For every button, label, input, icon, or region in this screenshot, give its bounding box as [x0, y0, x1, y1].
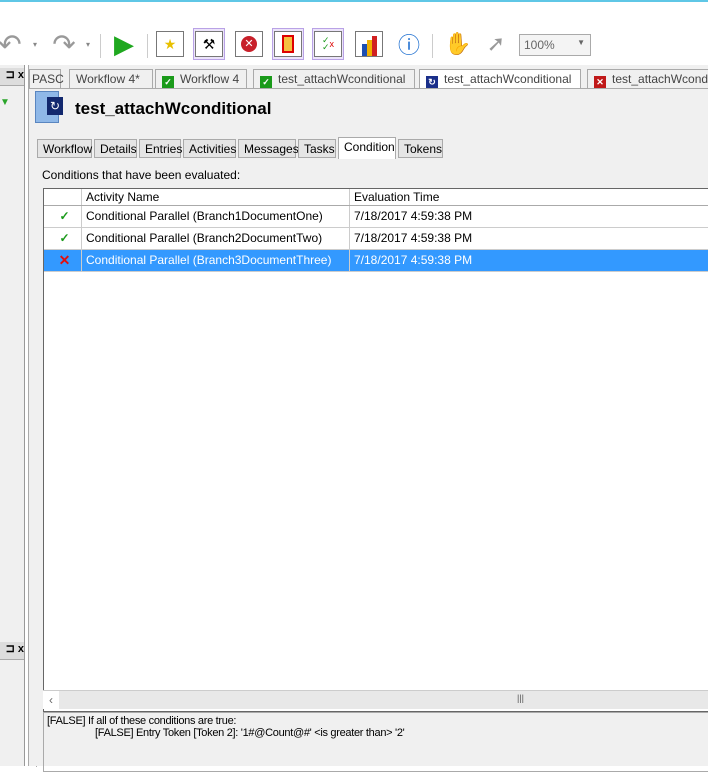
tab-tasks[interactable]: Tasks [298, 139, 336, 158]
toolbar-separator [432, 34, 433, 58]
page-title: test_attachWconditional [75, 99, 272, 118]
divider [29, 88, 708, 89]
success-check-icon: ✓ [260, 76, 272, 88]
header-evaluation-time[interactable]: Evaluation Time [350, 189, 708, 205]
toolbar-separator [147, 34, 148, 58]
hand-icon[interactable]: ✋ [442, 28, 474, 60]
x-icon: ✕ [44, 250, 82, 271]
redo-icon[interactable]: ↷ [48, 28, 80, 60]
error-x-icon: ✕ [594, 76, 606, 88]
conditions-grid: Activity Name Evaluation Time ✓ Conditio… [43, 188, 708, 712]
zoom-value: 100% [524, 38, 555, 52]
evaluation-time: 7/18/2017 4:59:38 PM [354, 253, 473, 267]
activity-name: Conditional Parallel (Branch2DocumentTwo… [82, 228, 350, 249]
checklist-icon[interactable]: ✓ ✓ x [312, 28, 344, 60]
scroll-left-icon[interactable]: ‹ [43, 691, 59, 709]
tab-entries[interactable]: Entries [139, 139, 182, 158]
workflow-instance-icon: ↻ [35, 91, 65, 123]
doc-tab-label: Workflow 4* [76, 72, 140, 86]
tab-messages[interactable]: Messages [238, 139, 299, 158]
evaluation-time: 7/18/2017 4:59:38 PM [354, 231, 473, 245]
window-top-border [0, 0, 708, 2]
tab-workflow[interactable]: Workflow [37, 139, 92, 158]
zoom-select[interactable]: 100% ▼ [519, 34, 591, 56]
panel-header: ⊐ x [0, 68, 24, 86]
doc-tab-label: test_attachWconditional [444, 72, 572, 86]
doc-tab-label: test_attachWconditional [278, 72, 406, 86]
tab-activities[interactable]: Activities [183, 139, 236, 158]
check-icon: ✓ [44, 206, 82, 227]
scroll-thumb-grip[interactable]: ||| [517, 693, 524, 703]
pointer-icon[interactable]: ➚ [480, 28, 512, 60]
layout-icon[interactable] [272, 28, 304, 60]
run-icon[interactable]: ▶ [108, 28, 140, 60]
chevron-down-icon: ▼ [577, 38, 585, 47]
evaluation-time: 7/18/2017 4:59:38 PM [354, 209, 473, 223]
tab-details[interactable]: Details [94, 139, 137, 158]
tab-condition[interactable]: Condition [338, 137, 396, 159]
doc-tab-label: PASC [32, 72, 64, 86]
close-icon[interactable]: x [18, 643, 24, 655]
activity-name: Conditional Parallel (Branch1DocumentOne… [82, 206, 350, 227]
condition-details: [FALSE] If all of these conditions are t… [43, 712, 708, 772]
doc-tab[interactable]: PASC [29, 69, 64, 88]
table-row-selected[interactable]: ✕ Conditional Parallel (Branch3DocumentT… [44, 250, 708, 272]
doc-tab-active[interactable]: ↻ test_attachWconditional [419, 69, 581, 88]
tools-icon[interactable]: ⚒ [193, 28, 225, 60]
doc-tab[interactable]: ✓ test_attachWconditional [253, 69, 415, 88]
chart-icon[interactable] [353, 28, 385, 60]
panel-header: ⊐ x [0, 642, 24, 660]
table-row[interactable]: ✓ Conditional Parallel (Branch1DocumentO… [44, 206, 708, 228]
info-icon[interactable]: ⓘ [393, 28, 425, 60]
doc-tab[interactable]: ✕ test_attachWcond [587, 69, 708, 88]
stop-icon[interactable]: ✕ [233, 28, 265, 60]
left-panel: ⊐ x ▼ ⊐ x [0, 65, 25, 766]
success-check-icon: ✓ [162, 76, 174, 88]
undo-dropdown-icon[interactable]: ▾ [33, 40, 37, 49]
header-activity-name[interactable]: Activity Name [82, 189, 350, 205]
details-line: [FALSE] If all of these conditions are t… [47, 715, 237, 727]
doc-tab-label: Workflow 4 [180, 72, 240, 86]
grid-header: Activity Name Evaluation Time [44, 189, 708, 206]
horizontal-scrollbar[interactable]: ‹ ||| [43, 690, 708, 709]
expand-arrow-icon[interactable]: ▼ [0, 97, 10, 108]
details-line: [FALSE] Entry Token [Token 2]: '1#@Count… [95, 727, 405, 739]
running-icon: ↻ [426, 76, 438, 88]
document-area: PASC Workflow 4* ✓ Workflow 4 ✓ test_attac… [28, 65, 708, 772]
doc-tab[interactable]: Workflow 4* [69, 69, 153, 88]
find-icon[interactable]: ★ [154, 28, 186, 60]
doc-tab[interactable]: ✓ Workflow 4 [155, 69, 247, 88]
conditions-label: Conditions that have been evaluated: [42, 168, 241, 182]
redo-dropdown-icon[interactable]: ▾ [86, 40, 90, 49]
activity-name: Conditional Parallel (Branch3DocumentThr… [82, 250, 350, 271]
header-status [44, 189, 82, 205]
toolbar-separator [100, 34, 101, 58]
pin-icon[interactable]: ⊐ [6, 69, 15, 81]
pin-icon[interactable]: ⊐ [6, 643, 15, 655]
undo-icon[interactable]: ↶ [0, 28, 26, 60]
tab-tokens[interactable]: Tokens [398, 139, 443, 158]
table-row[interactable]: ✓ Conditional Parallel (Branch2DocumentT… [44, 228, 708, 250]
close-icon[interactable]: x [18, 69, 24, 81]
check-icon: ✓ [44, 228, 82, 249]
doc-tab-label: test_attachWcond [612, 72, 708, 86]
